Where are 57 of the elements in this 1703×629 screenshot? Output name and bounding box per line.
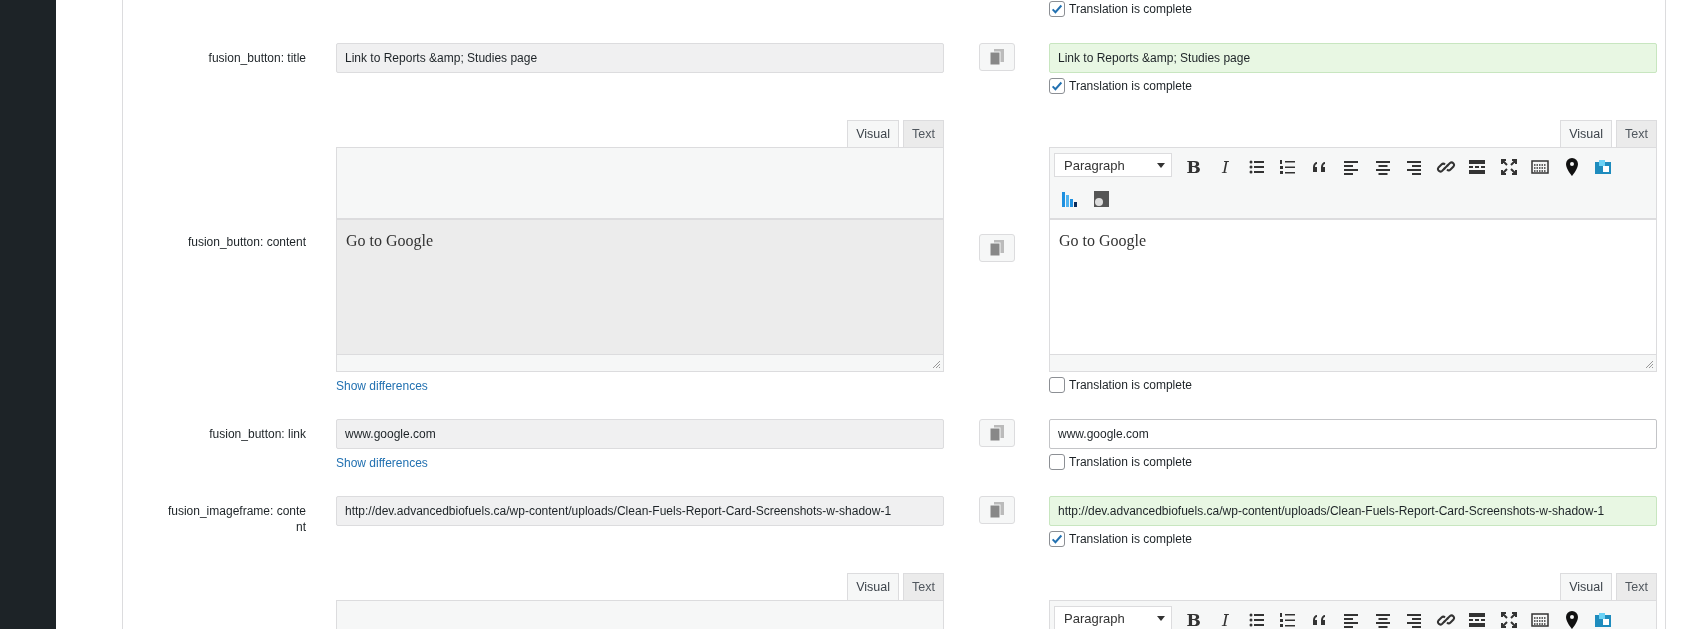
editor-tab[interactable]: Text [1616,120,1657,147]
resize-grip-icon[interactable] [1644,359,1654,369]
copy-icon [988,501,1005,519]
checkbox-label: Translation is complete [1069,2,1192,16]
editor-tab[interactable]: Visual [1560,120,1613,147]
keyboard-icon[interactable] [1530,157,1551,177]
copy-icon [988,48,1005,66]
translation-text-field[interactable]: www.google.com [1049,419,1657,449]
format-dropdown[interactable]: Paragraph [1054,606,1172,629]
caret-icon [1157,162,1165,168]
horizontal-rule-icon[interactable] [1467,157,1488,177]
bold-button[interactable]: B [1178,606,1210,629]
editor-tab[interactable]: Text [1616,573,1657,600]
checkbox[interactable] [1049,454,1065,470]
translation-text-field[interactable]: Link to Reports &amp; Studies page [1049,43,1657,73]
keyboard-icon[interactable] [1530,610,1551,629]
plugin-icon[interactable] [1593,157,1614,177]
show-differences-link[interactable]: Show differences [336,379,428,393]
field-label: fusion_button: title [207,50,307,67]
copy-icon [988,424,1005,442]
italic-button[interactable]: I [1209,153,1241,181]
fullscreen-icon[interactable] [1498,157,1519,177]
plugin-icon[interactable] [1091,189,1112,209]
editor-tab[interactable]: Visual [847,573,900,600]
field-label: fusion_button: content [186,234,307,251]
copy-button[interactable] [978,43,1015,71]
resize-grip-icon[interactable] [931,359,941,369]
bold-button[interactable]: B [1178,153,1210,181]
field-label: fusion_button: link [208,426,307,443]
bar-chart-icon[interactable] [1059,189,1080,209]
caret-icon [1157,615,1165,621]
checkbox-label: Translation is complete [1069,79,1192,93]
editor-text: Go to Google [346,232,434,249]
plugin-icon[interactable] [1593,610,1614,629]
editor-tab[interactable]: Visual [847,120,900,147]
format-dropdown[interactable]: Paragraph [1054,153,1172,177]
checkbox[interactable] [1049,531,1065,547]
copy-button[interactable] [978,234,1015,262]
copy-button[interactable] [978,496,1015,524]
editor-tab[interactable]: Text [903,120,944,147]
checkbox-label: Translation is complete [1069,455,1192,469]
copy-icon [988,239,1005,257]
checkbox[interactable] [1049,1,1065,17]
italic-button[interactable]: I [1209,606,1241,629]
editor-tab[interactable]: Visual [1560,573,1613,600]
translation-text-field[interactable]: http://dev.advancedbiofuels.ca/wp-content/uploads/Clean-Fuels-Report-Card-Screenshots-w-shadow-1 [1049,496,1657,526]
copy-button[interactable] [978,419,1015,447]
editor-text[interactable]: Go to Google [1059,232,1147,249]
checkbox[interactable] [1049,78,1065,94]
checkbox-label: Translation is complete [1069,532,1192,546]
field-label: fusion_imageframe: content [166,503,307,536]
checkbox[interactable] [1049,377,1065,393]
editor-tab[interactable]: Text [903,573,944,600]
horizontal-rule-icon[interactable] [1467,610,1488,629]
show-differences-link[interactable]: Show differences [336,456,428,470]
checkbox-label: Translation is complete [1069,378,1192,392]
fullscreen-icon[interactable] [1498,610,1519,629]
